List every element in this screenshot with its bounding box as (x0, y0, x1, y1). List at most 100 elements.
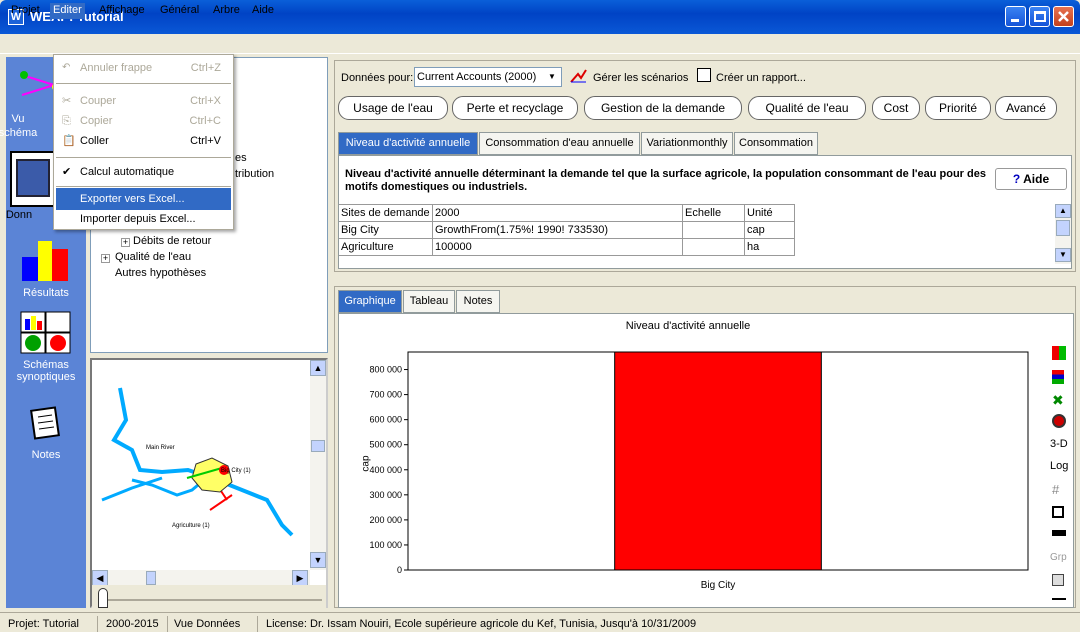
export-label: Exporter vers Excel... (80, 193, 185, 205)
map-hscrollbar[interactable]: ◀ ▶ (92, 570, 310, 586)
help-icon: ? (1012, 172, 1021, 186)
menu-editer[interactable]: Editer (50, 3, 85, 19)
autocalc-label: Calcul automatique (80, 166, 175, 178)
y-tick-label: 500 000 (369, 440, 402, 450)
status-years: 2000-2015 (102, 616, 168, 632)
data-for-label: Données pour: (341, 72, 414, 84)
category-priorite[interactable]: Priorité (925, 96, 991, 120)
3d-toggle[interactable]: 3-D (1050, 438, 1068, 450)
x-tick-label: Big City (701, 580, 735, 591)
data-entry-box: Niveau d'activité annuelle déterminant l… (338, 155, 1072, 269)
row-site[interactable]: Big City (339, 222, 433, 239)
schematic-map[interactable]: Main River Big City (1) Agriculture (1) … (90, 358, 328, 608)
results-icon[interactable] (20, 239, 72, 281)
tab-tableau[interactable]: Tableau (403, 290, 455, 313)
tree-item-qualite[interactable]: Qualité de l'eau (115, 251, 191, 263)
row-value[interactable]: GrowthFrom(1.75%! 1990! 733530) (433, 222, 683, 239)
y-tick-label: 600 000 (369, 415, 402, 425)
tab-variation[interactable]: Variationmonthly (641, 132, 733, 155)
tab-consommation-annuelle[interactable]: Consommation d'eau annuelle (479, 132, 640, 155)
y-tick-label: 300 000 (369, 490, 402, 500)
edit-menu-dropdown: ↶ Annuler frappe Ctrl+Z ✂ Couper Ctrl+X … (53, 54, 234, 230)
tree-item-partial[interactable]: tribution (235, 168, 274, 180)
cut-icon: ✂ (62, 95, 72, 107)
line-icon[interactable] (1052, 530, 1066, 536)
y-tick-label: 400 000 (369, 465, 402, 475)
menu-bar (0, 34, 1080, 54)
tree-item-autres[interactable]: Autres hypothèses (115, 267, 206, 279)
legend-icon[interactable] (1052, 506, 1064, 518)
expand-icon[interactable]: + (121, 238, 130, 247)
tree-item-partial[interactable]: es (235, 152, 247, 164)
menu-undo[interactable]: ↶ Annuler frappe Ctrl+Z (56, 57, 231, 79)
copy-icon[interactable] (1052, 574, 1064, 586)
menu-import-excel[interactable]: Importer depuis Excel... (56, 208, 231, 230)
menu-general[interactable]: Général (157, 3, 202, 19)
y-tick-label: 0 (397, 565, 402, 575)
help-button[interactable]: ? Aide (995, 168, 1067, 190)
group-toggle[interactable]: Grp (1050, 552, 1067, 563)
notes-icon[interactable] (30, 405, 62, 441)
minimize-button[interactable] (1005, 6, 1026, 27)
row-scale[interactable] (683, 222, 745, 239)
category-perte[interactable]: Perte et recyclage (452, 96, 578, 120)
category-gestion[interactable]: Gestion de la demande (584, 96, 742, 120)
tab-notes[interactable]: Notes (456, 290, 500, 313)
menu-autocalc[interactable]: ✔ Calcul automatique (56, 161, 231, 183)
row-scale[interactable] (683, 239, 745, 256)
close-button[interactable] (1053, 6, 1074, 27)
stack-icon[interactable] (1052, 370, 1064, 384)
menu-export-excel[interactable]: Exporter vers Excel... (56, 188, 231, 210)
row-unit[interactable]: cap (745, 222, 795, 239)
y-tick-label: 100 000 (369, 540, 402, 550)
manage-scenarios-button[interactable]: Gérer les scénarios (593, 72, 688, 84)
color-icon[interactable] (1052, 346, 1066, 360)
row-site[interactable]: Agriculture (339, 239, 433, 256)
check-icon: ✔ (62, 166, 72, 178)
maximize-button[interactable] (1029, 6, 1050, 27)
expand-icon[interactable]: + (101, 254, 110, 263)
menu-projet[interactable]: Projet (8, 3, 43, 19)
tab-niveau[interactable]: Niveau d'activité annuelle (338, 132, 478, 155)
menu-affichage[interactable]: Affichage (96, 3, 148, 19)
row-value[interactable]: 100000 (433, 239, 683, 256)
report-icon (697, 68, 711, 82)
tab-consommation[interactable]: Consommation (734, 132, 818, 155)
undo-icon: ↶ (62, 62, 71, 73)
menu-copy[interactable]: ⎘ Copier Ctrl+C (56, 110, 231, 132)
map-vscrollbar[interactable]: ▲ ▼ (310, 360, 326, 570)
category-cost[interactable]: Cost (872, 96, 920, 120)
menu-arbre[interactable]: Arbre (210, 3, 243, 19)
export-chart-icon[interactable]: ✖ (1052, 392, 1064, 409)
tree-item-debits[interactable]: Débits de retour (133, 235, 211, 247)
pie-icon[interactable] (1052, 414, 1066, 428)
menu-paste[interactable]: 📋 Coller Ctrl+V (56, 130, 231, 152)
bar (614, 351, 822, 571)
menu-aide[interactable]: Aide (249, 3, 277, 19)
grid-icon[interactable]: # (1052, 482, 1059, 497)
data-view-button[interactable] (10, 151, 56, 207)
table-scrollbar[interactable]: ▲ ▼ (1055, 204, 1071, 264)
category-qualite[interactable]: Qualité de l'eau (748, 96, 866, 120)
synoptic-label: Schémas synoptiques (16, 359, 76, 383)
status-project: Projet: Tutorial (4, 616, 98, 632)
y-tick-label: 700 000 (369, 390, 402, 400)
menu-cut[interactable]: ✂ Couper Ctrl+X (56, 90, 231, 112)
cut-label: Couper (80, 95, 117, 107)
create-report-button[interactable]: Créer un rapport... (716, 72, 806, 84)
year-slider[interactable] (92, 585, 326, 609)
category-usage[interactable]: Usage de l'eau (338, 96, 448, 120)
scenario-select[interactable]: Current Accounts (2000) ▼ (414, 67, 562, 87)
synoptic-icon[interactable] (20, 311, 72, 355)
copy-icon: ⎘ (62, 115, 71, 127)
row-unit[interactable]: ha (745, 239, 795, 256)
category-avance[interactable]: Avancé (995, 96, 1057, 120)
menu-separator (56, 157, 231, 158)
print-icon[interactable] (1052, 594, 1066, 600)
help-label: Aide (1023, 172, 1050, 186)
undo-label: Annuler frappe (80, 62, 153, 74)
schema-label-2: schéma (0, 127, 38, 139)
map-label-city: Big City (1) (221, 468, 251, 474)
log-toggle[interactable]: Log (1050, 460, 1068, 472)
tab-graphique[interactable]: Graphique (338, 290, 402, 313)
